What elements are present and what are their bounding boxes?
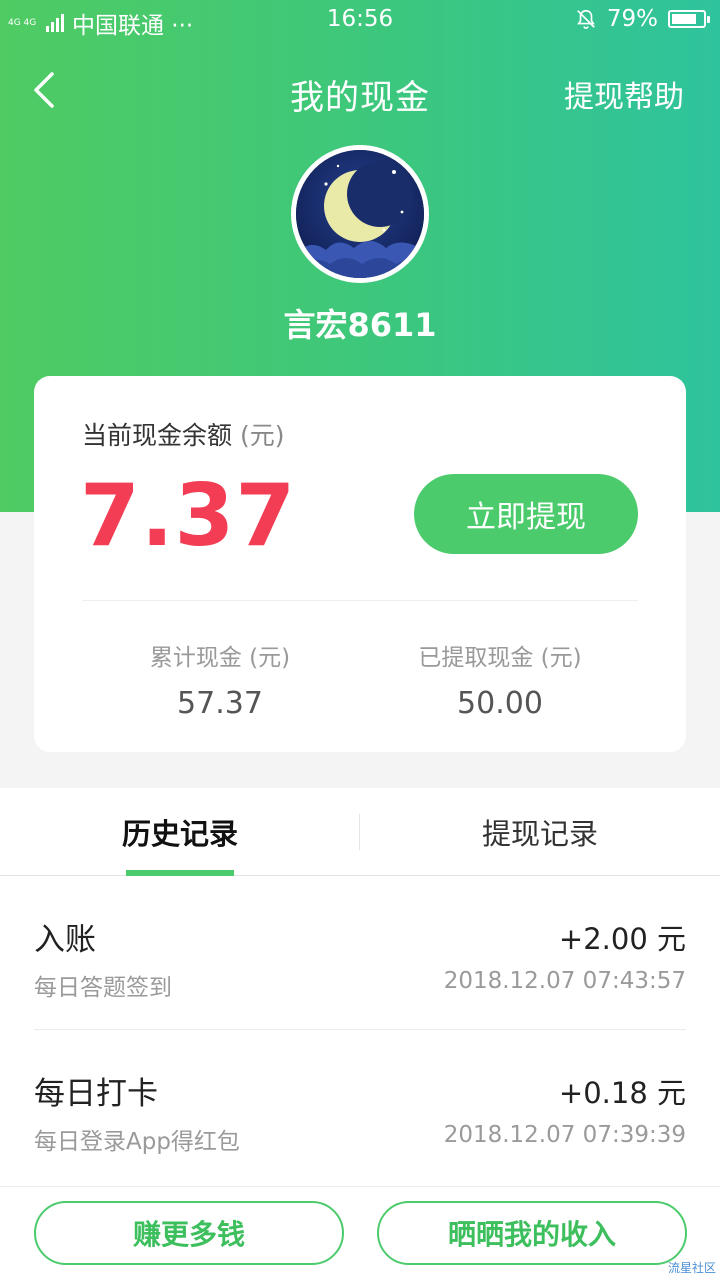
balance-unit: (元) [239,421,285,450]
balance-label-text: 当前现金余额 [82,421,233,450]
history-list: 入账 +2.00 元 每日答题签到 2018.12.07 07:43:57 每日… [0,876,720,1186]
crescent-moon-icon [296,150,424,278]
bottom-action-bar: 赚更多钱 晒晒我的收入 流星社区 [0,1186,720,1280]
list-item[interactable]: 每日打卡 +0.18 元 每日登录App得红包 2018.12.07 07:39… [34,1030,686,1184]
balance-amount: 7.37 [80,466,297,566]
title-bar: 我的现金 提现帮助 [0,60,720,124]
total-cash-stat: 累计现金 (元) 57.37 [80,638,360,721]
list-item[interactable]: 入账 +2.00 元 每日答题签到 2018.12.07 07:43:57 [34,876,686,1030]
record-time: 2018.12.07 07:43:57 [443,968,686,994]
record-description: 每日登录App得红包 [34,1129,240,1155]
balance-card: 当前现金余额 (元) 7.37 立即提现 累计现金 (元) 57.37 已提取现… [34,376,686,752]
avatar[interactable] [291,145,429,283]
tab-withdraw-records[interactable]: 提现记录 [360,788,720,876]
share-income-button[interactable]: 晒晒我的收入 [377,1201,687,1265]
username: 言宏8611 [283,306,437,344]
battery-percent: 79% [606,6,658,32]
record-time: 2018.12.07 07:39:39 [443,1122,686,1148]
withdrawn-cash-value: 50.00 [457,686,543,721]
watermark: 流星社区 [667,1261,716,1275]
record-amount: +2.00 元 [558,922,686,956]
battery-level [672,14,696,24]
record-tabs: 历史记录 提现记录 [0,788,720,876]
tab-history[interactable]: 历史记录 [0,788,360,876]
record-title: 入账 [34,922,96,958]
withdrawn-cash-label: 已提取现金 (元) [418,645,582,671]
bell-muted-icon [577,9,595,29]
earn-more-button[interactable]: 赚更多钱 [34,1201,344,1265]
record-description: 每日答题签到 [34,975,172,1001]
record-amount: +0.18 元 [558,1076,686,1110]
withdraw-now-button[interactable]: 立即提现 [414,474,638,554]
total-cash-value: 57.37 [177,686,263,721]
total-cash-label: 累计现金 (元) [149,645,291,671]
battery-icon [668,10,710,28]
balance-label: 当前现金余额 (元) [82,416,284,452]
withdraw-help-link[interactable]: 提现帮助 [564,72,684,116]
withdrawn-cash-stat: 已提取现金 (元) 50.00 [360,638,640,721]
status-bar: 4G 4G 中国联通 ··· 16:56 79% [0,0,720,40]
status-right: 79% [575,6,710,32]
record-title: 每日打卡 [34,1076,158,1112]
card-divider [82,600,638,601]
